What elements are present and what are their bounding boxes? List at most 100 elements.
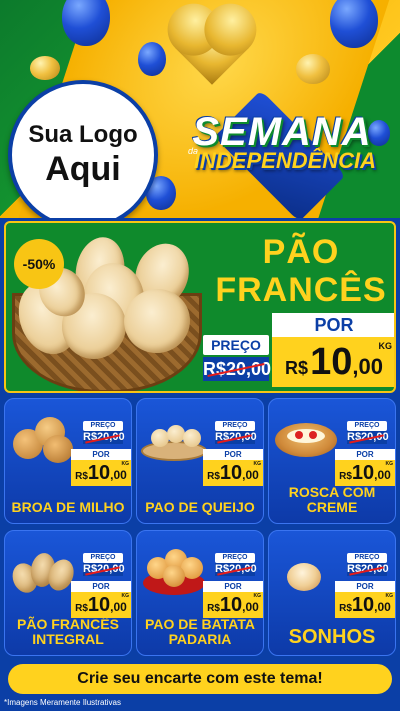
por-label: POR [272, 313, 394, 337]
product-name: SONHOS [288, 626, 376, 648]
price-unit: KG [378, 341, 393, 351]
create-flyer-cta[interactable]: Crie seu encarte com este tema! [8, 664, 392, 694]
old-price-box: PREÇO R$20,00 [83, 421, 125, 444]
price-decimal: ,00 [242, 468, 259, 482]
por-label: POR [203, 449, 263, 460]
new-price: R$ 10 ,00 KG [272, 337, 394, 387]
discount-badge: -50% [14, 239, 64, 289]
price-currency: R$ [75, 603, 88, 614]
logo-placeholder: Sua Logo Aqui [8, 80, 158, 218]
campaign-title-bottom: INDEPENDÊNCIA [193, 148, 377, 173]
product-card: PREÇO R$20,00 POR R$ 10 ,00 KG PAO DE QU… [136, 398, 264, 524]
new-price-box: POR R$ 10 ,00 KG [203, 449, 263, 486]
price-integer: 10 [219, 594, 243, 616]
price-integer: 10 [310, 341, 353, 383]
pao-queijo-piece [167, 425, 185, 443]
price-decimal: ,00 [352, 354, 383, 379]
old-price: R$20,00 [215, 431, 257, 444]
old-price-box: PREÇO R$20,00 [347, 421, 389, 444]
por-label: POR [71, 449, 131, 460]
price-currency: R$ [75, 471, 88, 482]
new-price-box: POR R$ 10 ,00 KG [203, 581, 263, 618]
old-price: R$20,00 [215, 563, 257, 576]
product-name: ROSCA COM CREME [288, 484, 376, 515]
pao-frances-integral-image [8, 545, 79, 597]
new-price-box: POR R$ 10 ,00 KG [335, 449, 395, 486]
old-price: R$20,00 [203, 357, 272, 381]
old-price-box: PREÇO R$20,00 [215, 553, 257, 576]
price-currency: R$ [285, 358, 309, 378]
preco-label: PREÇO [215, 553, 255, 563]
price-decimal: ,00 [374, 600, 391, 614]
preco-label: PREÇO [83, 421, 123, 431]
old-price-box: PREÇO R$20,00 [83, 553, 125, 576]
preco-label: PREÇO [203, 335, 269, 355]
old-price: R$20,00 [83, 563, 125, 576]
hero-title-line1: PÃO [262, 233, 340, 271]
pao-de-queijo-image [141, 413, 209, 463]
new-price-box: POR R$ 10 ,00 KG [335, 581, 395, 618]
price-decimal: ,00 [110, 468, 127, 482]
old-price: R$20,00 [83, 431, 125, 444]
preco-label: PREÇO [347, 421, 387, 431]
price-unit: KG [121, 461, 130, 467]
price-decimal: ,00 [374, 468, 391, 482]
new-price: R$ 10 ,00 KG [335, 460, 395, 486]
old-price-box: PREÇO R$20,00 [215, 421, 257, 444]
preco-label: PREÇO [215, 421, 255, 431]
price-currency: R$ [339, 471, 352, 482]
gold-balloon-icon [296, 54, 330, 84]
old-price-box: PREÇO R$20,00 [347, 553, 389, 576]
old-price: R$20,00 [347, 563, 389, 576]
old-price: R$20,00 [347, 431, 389, 444]
sonhos-image [273, 545, 341, 595]
price-unit: KG [385, 461, 394, 467]
price-unit: KG [385, 593, 394, 599]
price-integer: 10 [351, 462, 375, 484]
logo-line2: Aqui [45, 150, 121, 188]
product-name: PÃO FRANCÊS INTEGRAL [17, 616, 119, 647]
blue-balloon-icon [138, 42, 166, 76]
product-card: PREÇO R$20,00 POR R$ 10 ,00 KG SONHOS [268, 530, 396, 656]
new-price: R$ 10 ,00 KG [71, 460, 131, 486]
price-unit: KG [121, 593, 130, 599]
price-unit: KG [253, 593, 262, 599]
sonho-piece [287, 563, 321, 591]
new-price: R$ 10 ,00 KG [71, 592, 131, 618]
new-price-box: POR R$ 10 ,00 KG [71, 581, 131, 618]
por-label: POR [335, 581, 395, 592]
preco-label: PREÇO [83, 553, 123, 563]
hero-product-panel: -50% PÃO FRANCÊS PREÇO R$20,00 POR R$ 10… [4, 221, 396, 393]
por-label: POR [335, 449, 395, 460]
rosca-com-creme-image [273, 413, 341, 463]
price-integer: 10 [219, 462, 243, 484]
product-card: PREÇO R$20,00 POR R$ 10 ,00 KG PAO DE BA… [136, 530, 264, 656]
pao-de-batata-image [141, 545, 209, 595]
product-name: PAO DE BATATA PADARIA [145, 616, 255, 647]
gold-balloon-icon [30, 56, 60, 80]
price-integer: 10 [351, 594, 375, 616]
price-integer: 10 [87, 594, 111, 616]
batata-roll [163, 565, 185, 587]
price-decimal: ,00 [110, 600, 127, 614]
price-currency: R$ [207, 603, 220, 614]
por-label: POR [71, 581, 131, 592]
new-price: R$ 10 ,00 KG [203, 460, 263, 486]
price-integer: 10 [87, 462, 111, 484]
hero-new-price-box: POR R$ 10 ,00 KG [272, 313, 394, 389]
logo-line1: Sua Logo [28, 121, 138, 148]
rosca-cream [287, 429, 325, 443]
price-unit: KG [253, 461, 262, 467]
product-name: PAO DE QUEIJO [145, 499, 255, 515]
header-banner: Sua Logo Aqui SEMANA da INDEPENDÊNCIA [0, 0, 400, 218]
hero-title-line2: FRANCÊS [215, 271, 387, 309]
product-card: PREÇO R$20,00 POR R$ 10 ,00 KG BROA DE M… [4, 398, 132, 524]
broa-image-piece [43, 435, 73, 463]
rosca-cherry [295, 431, 303, 439]
preco-label: PREÇO [347, 553, 387, 563]
new-price-box: POR R$ 10 ,00 KG [71, 449, 131, 486]
pao-queijo-piece [183, 429, 201, 447]
price-decimal: ,00 [242, 600, 259, 614]
new-price: R$ 10 ,00 KG [203, 592, 263, 618]
price-currency: R$ [207, 471, 220, 482]
